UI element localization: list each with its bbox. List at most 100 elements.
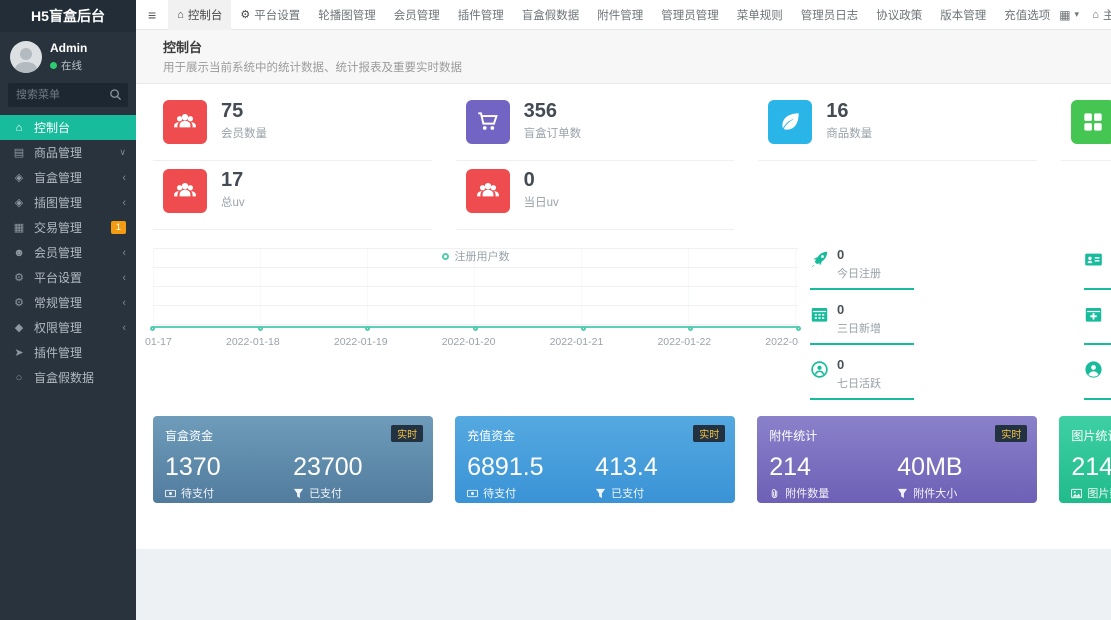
search-icon[interactable] xyxy=(109,88,122,101)
tab-attachment[interactable]: 附件管理 xyxy=(588,0,652,30)
page-subtitle: 用于展示当前系统中的统计数据、统计报表及重要实时数据 xyxy=(163,59,1111,75)
tab-label: 管理员日志 xyxy=(801,7,859,23)
sidebar-item-illustration[interactable]: ◈ 插图管理 ‹ xyxy=(0,190,136,215)
data-point xyxy=(688,326,693,331)
x-tick: 2022-0 xyxy=(765,336,798,348)
realtime-badge: 实时 xyxy=(391,425,423,442)
tab-label: 附件管理 xyxy=(597,7,643,23)
money-icon xyxy=(467,488,478,499)
sidebar-item-goods[interactable]: ▤ 商品管理 ∨ xyxy=(0,140,136,165)
tab-blindbox-fakedata[interactable]: 盲盒假数据 xyxy=(513,0,589,30)
tab-admin[interactable]: 管理员管理 xyxy=(652,0,728,30)
tab-agreement[interactable]: 协议政策 xyxy=(867,0,931,30)
tab-menu-rule[interactable]: 菜单规则 xyxy=(728,0,792,30)
users-icon xyxy=(466,169,510,213)
chart-legend[interactable]: 注册用户数 xyxy=(153,248,798,264)
sidebar-item-general[interactable]: ⚙ 常规管理 ‹ xyxy=(0,290,136,315)
card-title: 充值资金 xyxy=(467,427,723,444)
tab-platform-settings[interactable]: ⚙平台设置 xyxy=(231,0,309,30)
dashboard-panel: 75会员数量 356盲盒订单数 16商品数量 2盲盒数量 17总uv 0当日uv xyxy=(136,84,1111,549)
tab-label: 协议政策 xyxy=(876,7,922,23)
tab-member[interactable]: 会员管理 xyxy=(385,0,449,30)
tab-version[interactable]: 版本管理 xyxy=(931,0,995,30)
stat-card-blindboxes: 2盲盒数量 xyxy=(1061,100,1111,161)
chevron-left-icon: ‹ xyxy=(122,247,126,259)
sidebar-item-label: 会员管理 xyxy=(34,244,82,261)
caret-down-icon: ▾ xyxy=(1075,9,1080,20)
image-icon xyxy=(1071,488,1082,499)
sidebar-item-auth[interactable]: ◆ 权限管理 ‹ xyxy=(0,315,136,340)
sidebar-item-platform-settings[interactable]: ⚙ 平台设置 ‹ xyxy=(0,265,136,290)
sidebar-item-member[interactable]: ☻ 会员管理 ‹ xyxy=(0,240,136,265)
card-image-stats: 图片统计 实时 214 图片数量 40MB 图片大小 xyxy=(1059,416,1111,503)
sidebar-item-label: 控制台 xyxy=(34,119,70,136)
tab-label: 插件管理 xyxy=(458,7,504,23)
gear-icon: ⚙ xyxy=(12,271,26,284)
sidebar-item-fakedata[interactable]: ○ 盲盒假数据 xyxy=(0,365,136,390)
sidebar-item-label: 盲盒假数据 xyxy=(34,369,94,386)
id-card-icon xyxy=(1084,250,1103,269)
mini-stat-today-register: 0今日注册 xyxy=(810,248,1066,290)
home-button[interactable]: ⌂主页 xyxy=(1092,7,1111,23)
tab-dashboard[interactable]: ⌂控制台 xyxy=(168,0,231,30)
tab-recharge-options[interactable]: 充值选项 xyxy=(995,0,1059,30)
tab-admin-log[interactable]: 管理员日志 xyxy=(792,0,868,30)
chevron-left-icon: ‹ xyxy=(122,322,126,334)
stat-cards: 75会员数量 356盲盒订单数 16商品数量 2盲盒数量 17总uv 0当日uv xyxy=(153,100,1111,230)
avatar xyxy=(10,41,42,73)
stat-label: 商品数量 xyxy=(826,125,872,141)
sidebar-item-blindbox[interactable]: ◈ 盲盒管理 ‹ xyxy=(0,165,136,190)
mini-stat-3day-new: 0三日新增 xyxy=(810,303,1066,345)
stat-label: 当日uv xyxy=(524,194,559,210)
chevron-left-icon: ‹ xyxy=(122,197,126,209)
circle-icon: ○ xyxy=(12,372,26,384)
mini-value: 0 xyxy=(837,358,881,372)
card-value: 6891.5 xyxy=(467,453,595,481)
sidebar-item-plugin[interactable]: ➤ 插件管理 xyxy=(0,340,136,365)
user-name: Admin xyxy=(50,41,87,55)
mini-stat-month-active: 0月活跃 xyxy=(1084,358,1111,400)
gear-icon: ⚙ xyxy=(240,8,250,21)
data-point xyxy=(581,326,586,331)
x-tick: 01-17 xyxy=(145,336,172,348)
card-sublabel: 已支付 xyxy=(611,485,644,501)
stat-card-orders: 356盲盒订单数 xyxy=(456,100,735,161)
stat-card-empty xyxy=(1061,169,1111,230)
users-icon xyxy=(163,169,207,213)
mini-stat-today-login: 0今日登录 xyxy=(1084,248,1111,290)
data-point xyxy=(150,326,155,331)
stat-card-members: 75会员数量 xyxy=(153,100,432,161)
user-box[interactable]: Admin 在线 xyxy=(0,32,136,81)
x-tick: 2022-01-21 xyxy=(550,336,604,348)
funnel-icon xyxy=(595,488,606,499)
card-value: 40MB xyxy=(897,453,1025,481)
grid-icon: ▦ xyxy=(1059,8,1070,22)
tab-plugin[interactable]: 插件管理 xyxy=(449,0,513,30)
hamburger-icon[interactable]: ≡ xyxy=(136,7,168,23)
card-value: 214 xyxy=(769,453,897,481)
chart-plot-area: 注册用户数 xyxy=(153,248,798,328)
mini-label: 今日注册 xyxy=(837,265,881,281)
tab-carousel[interactable]: 轮播图管理 xyxy=(309,0,385,30)
card-sublabel: 附件大小 xyxy=(913,485,957,501)
sidebar-item-trade[interactable]: ▦ 交易管理 1 xyxy=(0,215,136,240)
tabs-menu-button[interactable]: ▦▾ xyxy=(1059,8,1079,22)
mini-stat-7day-new: 0七日新增 xyxy=(1084,303,1111,345)
topbar: ≡ ⌂控制台 ⚙平台设置 轮播图管理 会员管理 插件管理 盲盒假数据 附件管理 … xyxy=(136,0,1111,30)
sidebar-item-dashboard[interactable]: ⌂ 控制台 xyxy=(0,115,136,140)
card-value: 23700 xyxy=(293,453,421,481)
mini-stats: 0今日注册 0今日登录 0三日新增 0七日新增 0七日活跃 xyxy=(810,248,1111,400)
tab-label: 管理员管理 xyxy=(661,7,719,23)
tab-label: 充值选项 xyxy=(1004,7,1050,23)
user-status: 在线 xyxy=(61,58,82,73)
tab-label: 盲盒假数据 xyxy=(522,7,580,23)
home-icon: ⌂ xyxy=(12,122,26,134)
mini-stat-7day-active: 0七日活跃 xyxy=(810,358,1066,400)
page-title: 控制台 xyxy=(163,37,1111,56)
cart-icon: ▦ xyxy=(12,221,26,234)
card-sublabel: 待支付 xyxy=(181,485,214,501)
cart-icon xyxy=(466,100,510,144)
calendar-plus-icon xyxy=(1084,305,1103,324)
legend-marker-icon xyxy=(442,253,449,260)
card-value: 214 xyxy=(1071,453,1111,481)
